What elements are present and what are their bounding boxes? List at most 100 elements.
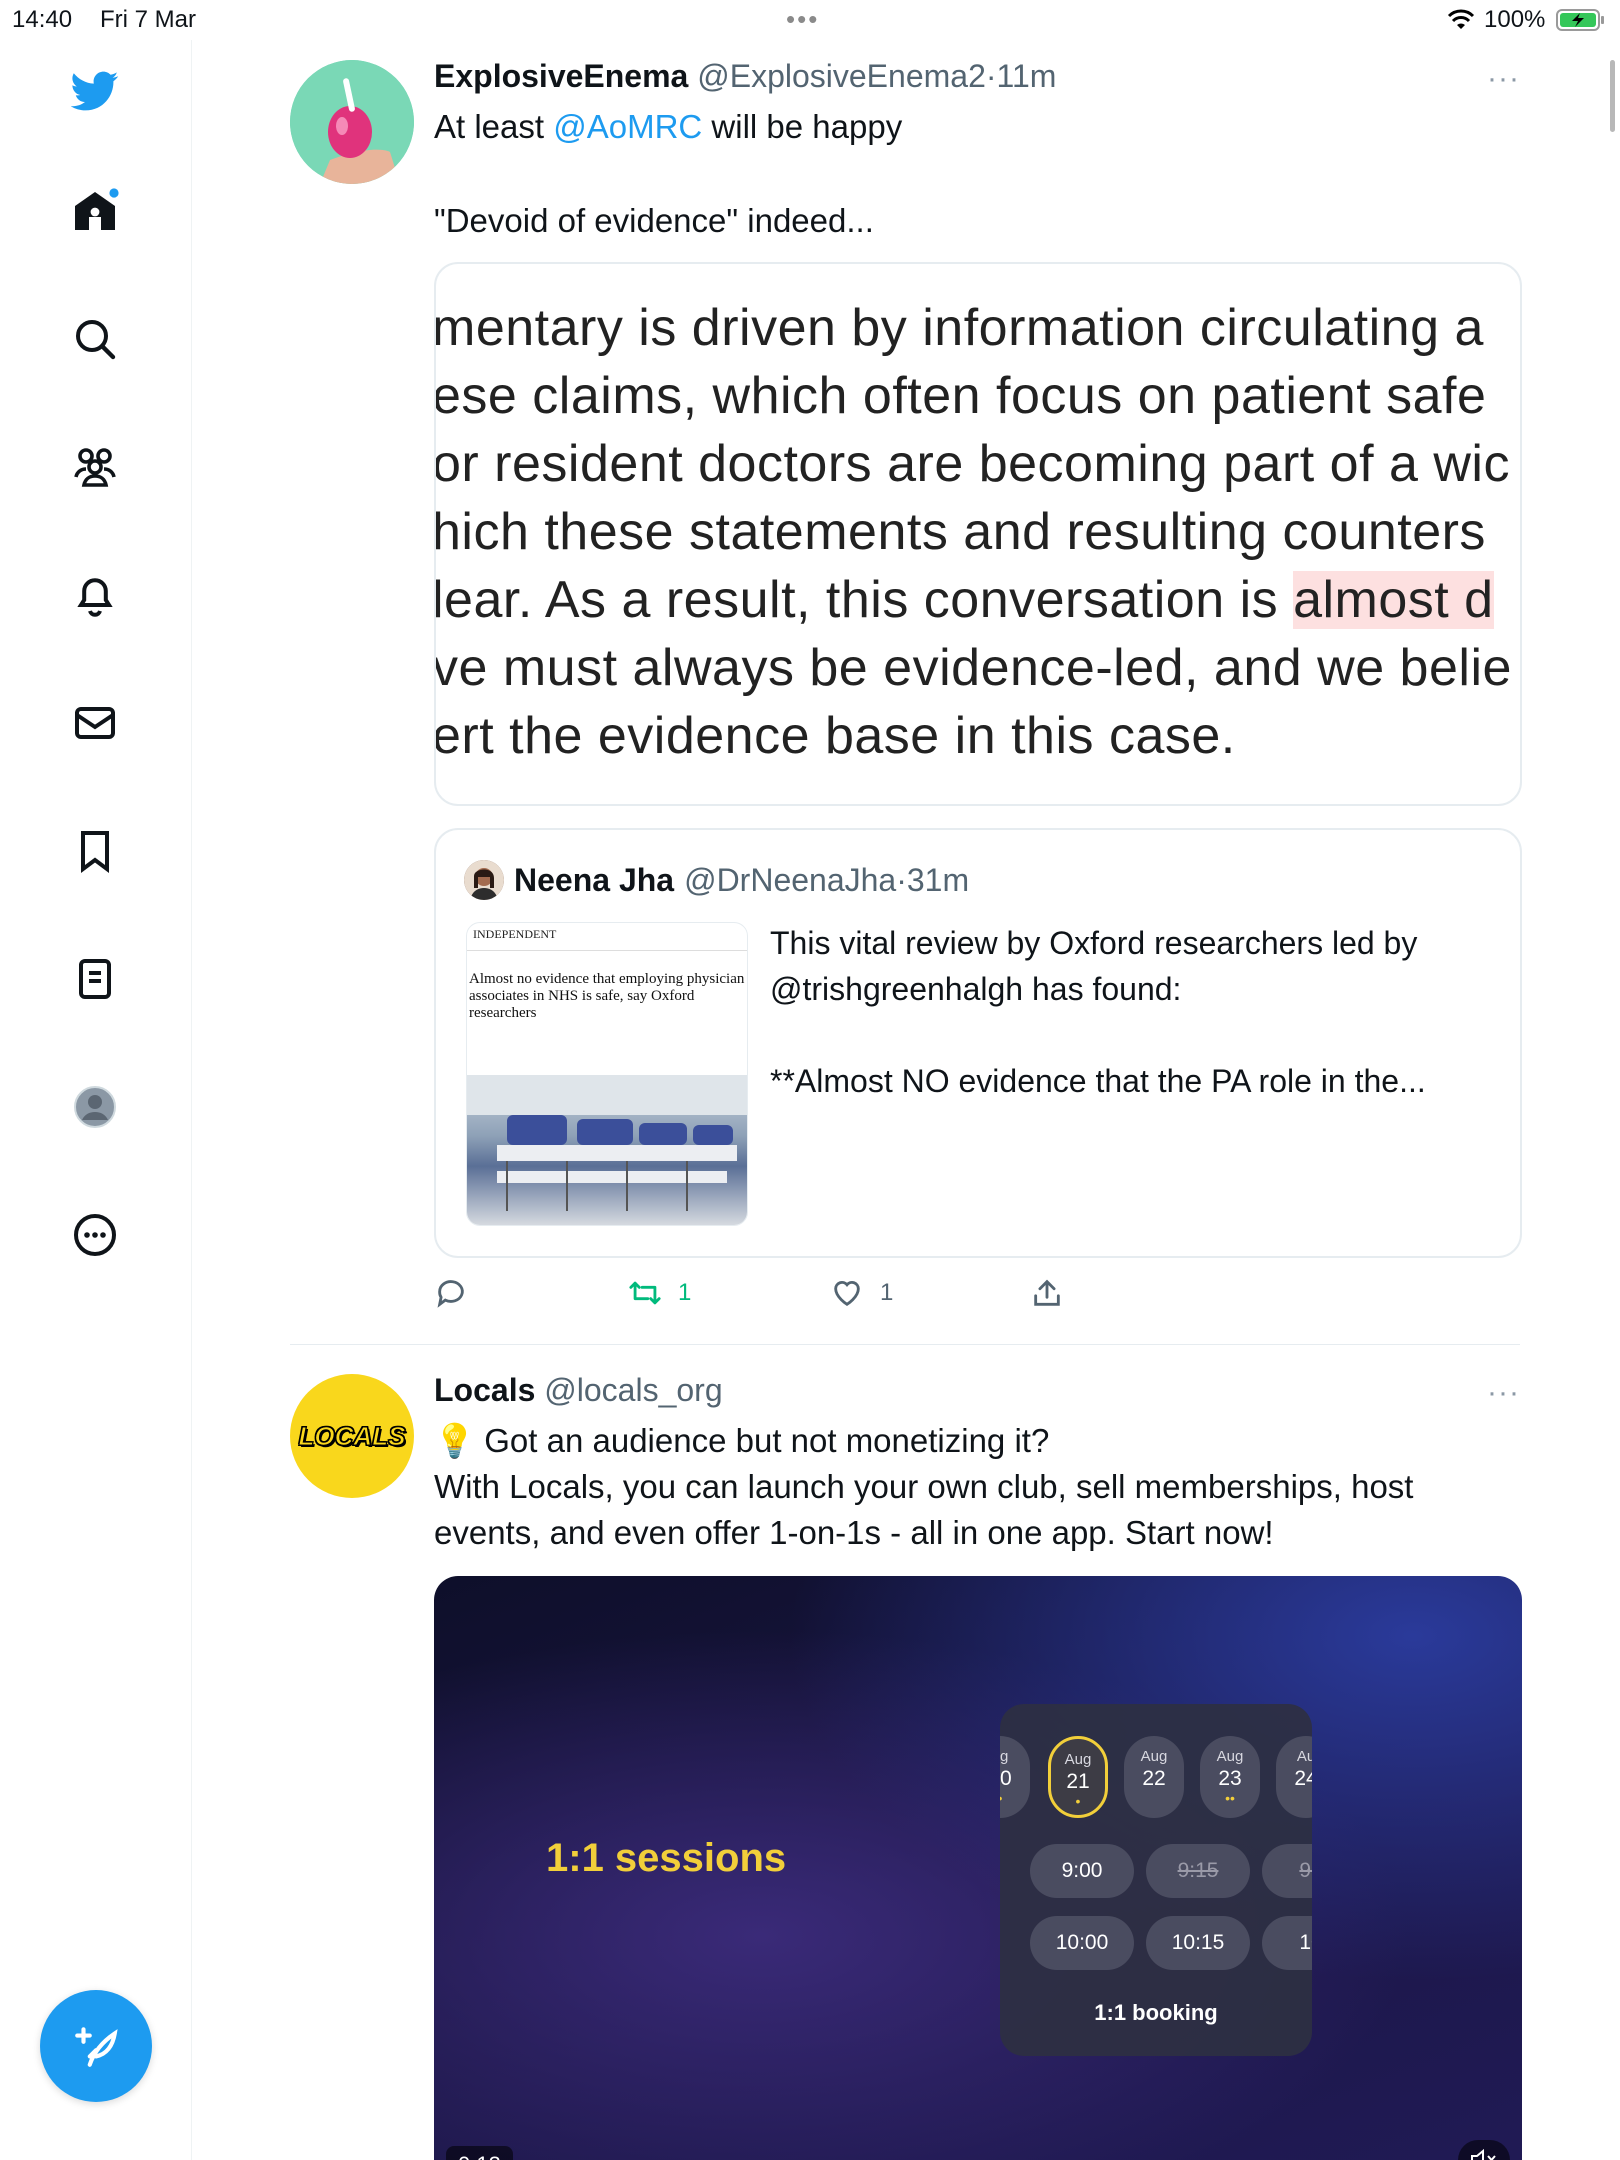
bookmark-icon — [81, 831, 109, 873]
heart-icon — [834, 1281, 860, 1307]
tweet-more-button[interactable]: ··· — [1487, 62, 1520, 96]
tweet-text: At least @AoMRC will be happy — [434, 104, 1514, 150]
time-slot: 10:00 — [1030, 1916, 1134, 1970]
handle[interactable]: @locals_org — [544, 1372, 722, 1408]
reply-button[interactable] — [434, 1276, 484, 1310]
thumb-photo — [467, 1075, 747, 1225]
day-chip: Aug 23 •• — [1200, 1736, 1260, 1818]
day-month: ug — [1000, 1748, 1009, 1765]
more-circle-icon — [74, 1214, 116, 1256]
locals-logo: LOCALS — [298, 1420, 406, 1451]
battery-charging-icon — [1556, 9, 1604, 31]
day-number: 21 — [1066, 1770, 1090, 1793]
share-button[interactable] — [1030, 1276, 1064, 1310]
handle[interactable]: @ExplosiveEnema2 — [697, 58, 986, 94]
separator: · — [985, 58, 997, 94]
image-text-line: or resident doctors are becoming part of… — [434, 435, 1510, 493]
quote-handle: @DrNeenaJha·31m — [684, 862, 969, 899]
image-text-line: ert the evidence base in this case. — [434, 707, 1236, 765]
mute-button[interactable] — [1458, 2140, 1510, 2160]
display-name[interactable]: ExplosiveEnema — [434, 58, 688, 94]
retweet-button[interactable]: 1 — [628, 1276, 691, 1310]
tweet-text-line2: With Locals, you can launch your own clu… — [434, 1468, 1414, 1551]
multitask-dots[interactable]: ••• — [786, 4, 819, 35]
image-text-line: ese claims, which often focus on patient… — [434, 367, 1487, 425]
quote-thumbnail: INDEPENDENT Almost no evidence that empl… — [466, 922, 748, 1226]
quote-header: Neena Jha @DrNeenaJha·31m — [464, 860, 969, 900]
text-segment: At least — [434, 108, 554, 145]
avatar-icon — [74, 1086, 116, 1128]
image-highlight: almost d — [1293, 571, 1494, 629]
tweet-explosiveenema[interactable]: ExplosiveEnema @ExplosiveEnema2·11m ··· … — [290, 58, 1522, 1350]
nav-profile[interactable] — [66, 1078, 124, 1136]
tweet-actions: 1 1 — [434, 1276, 1434, 1316]
sidebar-nav — [0, 40, 192, 2160]
tweet-text-line2: "Devoid of evidence" indeed... — [434, 202, 874, 239]
bell-icon — [77, 578, 113, 617]
thumb-headline: Almost no evidence that employing physic… — [469, 971, 745, 1021]
tweet-image[interactable]: mentary is driven by information circula… — [434, 262, 1522, 806]
day-number: 24 — [1294, 1767, 1312, 1790]
day-month: Aug — [1064, 1751, 1092, 1768]
time-slot: 9:00 — [1030, 1844, 1134, 1898]
thumb-nav — [467, 943, 747, 951]
nav-notifications[interactable] — [66, 566, 124, 624]
nav-bookmarks[interactable] — [66, 822, 124, 880]
image-text-line: mentary is driven by information circula… — [434, 299, 1484, 357]
scrollbar-thumb[interactable] — [1610, 60, 1615, 132]
speaker-muted-icon — [1471, 2148, 1496, 2160]
twitter-logo-icon[interactable] — [66, 62, 124, 120]
nav-explore[interactable] — [66, 310, 124, 368]
retweet-count: 1 — [678, 1279, 692, 1306]
timestamp[interactable]: 11m — [997, 58, 1057, 94]
nav-more[interactable] — [66, 1206, 124, 1264]
day-dots: • — [1000, 1791, 1030, 1805]
tweet-text-line1: 💡 Got an audience but not monetizing it? — [434, 1422, 1050, 1459]
nav-communities[interactable] — [66, 438, 124, 496]
day-month: Aug — [1140, 1748, 1168, 1765]
wifi-icon — [1447, 9, 1475, 29]
nav-messages[interactable] — [66, 694, 124, 752]
booking-widget: ug20• Aug21• Aug22 Aug23•• Au24 9:00 9:1… — [1000, 1704, 1312, 2056]
quoted-tweet[interactable]: Neena Jha @DrNeenaJha·31m INDEPENDENT Al… — [434, 828, 1522, 1258]
avatar[interactable] — [290, 60, 414, 184]
day-chip: ug 20• — [1000, 1736, 1030, 1818]
text-segment: will be happy — [702, 108, 903, 145]
status-time: 14:40 — [12, 6, 73, 33]
day-number: 20 — [1000, 1767, 1012, 1790]
day-month: Au — [1296, 1748, 1312, 1765]
avatar[interactable]: LOCALS — [290, 1374, 414, 1498]
mail-icon — [75, 707, 115, 739]
image-text: mentary is driven by information circula… — [434, 294, 1512, 770]
compose-tweet-button[interactable] — [40, 1990, 152, 2102]
share-icon — [1034, 1279, 1060, 1306]
status-date: Fri 7 Mar — [100, 6, 196, 33]
promo-video[interactable]: 1:1 sessions ug20• Aug21• Aug22 Aug23•• … — [434, 1576, 1522, 2160]
day-number: 22 — [1142, 1767, 1166, 1790]
video-headline: 1:1 sessions — [546, 1836, 787, 1880]
like-count: 1 — [880, 1279, 894, 1306]
status-bar: 14:40 Fri 7 Mar ••• 100% — [0, 0, 1620, 40]
tweet-locals[interactable]: LOCALS Locals @locals_org ··· 💡 Got an a… — [290, 1372, 1522, 2160]
day-chip: Au 24 — [1276, 1736, 1312, 1818]
video-timecode: 0:13 — [446, 2146, 513, 2160]
time-slot: 10:15 — [1146, 1916, 1250, 1970]
quote-text: This vital review by Oxford researchers … — [770, 920, 1490, 1104]
nav-home[interactable] — [66, 182, 124, 240]
booking-label: 1:1 booking — [1094, 2000, 1218, 2025]
quote-text-line: This vital review by Oxford researchers … — [770, 925, 1418, 1007]
nav-lists[interactable] — [66, 950, 124, 1008]
day-chip-selected: Aug 21 • — [1048, 1736, 1108, 1818]
image-text-line: ve must always be evidence-led, and we b… — [434, 639, 1512, 697]
like-button[interactable]: 1 — [830, 1276, 893, 1310]
home-icon — [75, 188, 119, 230]
list-icon — [79, 959, 111, 999]
quote-avatar — [464, 860, 504, 900]
day-number: 23 — [1218, 1767, 1242, 1790]
communities-icon — [74, 448, 116, 487]
quote-handle-text: @DrNeenaJha — [684, 861, 897, 898]
mention-link[interactable]: @AoMRC — [553, 108, 702, 145]
image-text-line: hich these statements and resulting coun… — [434, 503, 1486, 561]
display-name[interactable]: Locals — [434, 1372, 535, 1408]
tweet-more-button[interactable]: ··· — [1487, 1376, 1520, 1410]
